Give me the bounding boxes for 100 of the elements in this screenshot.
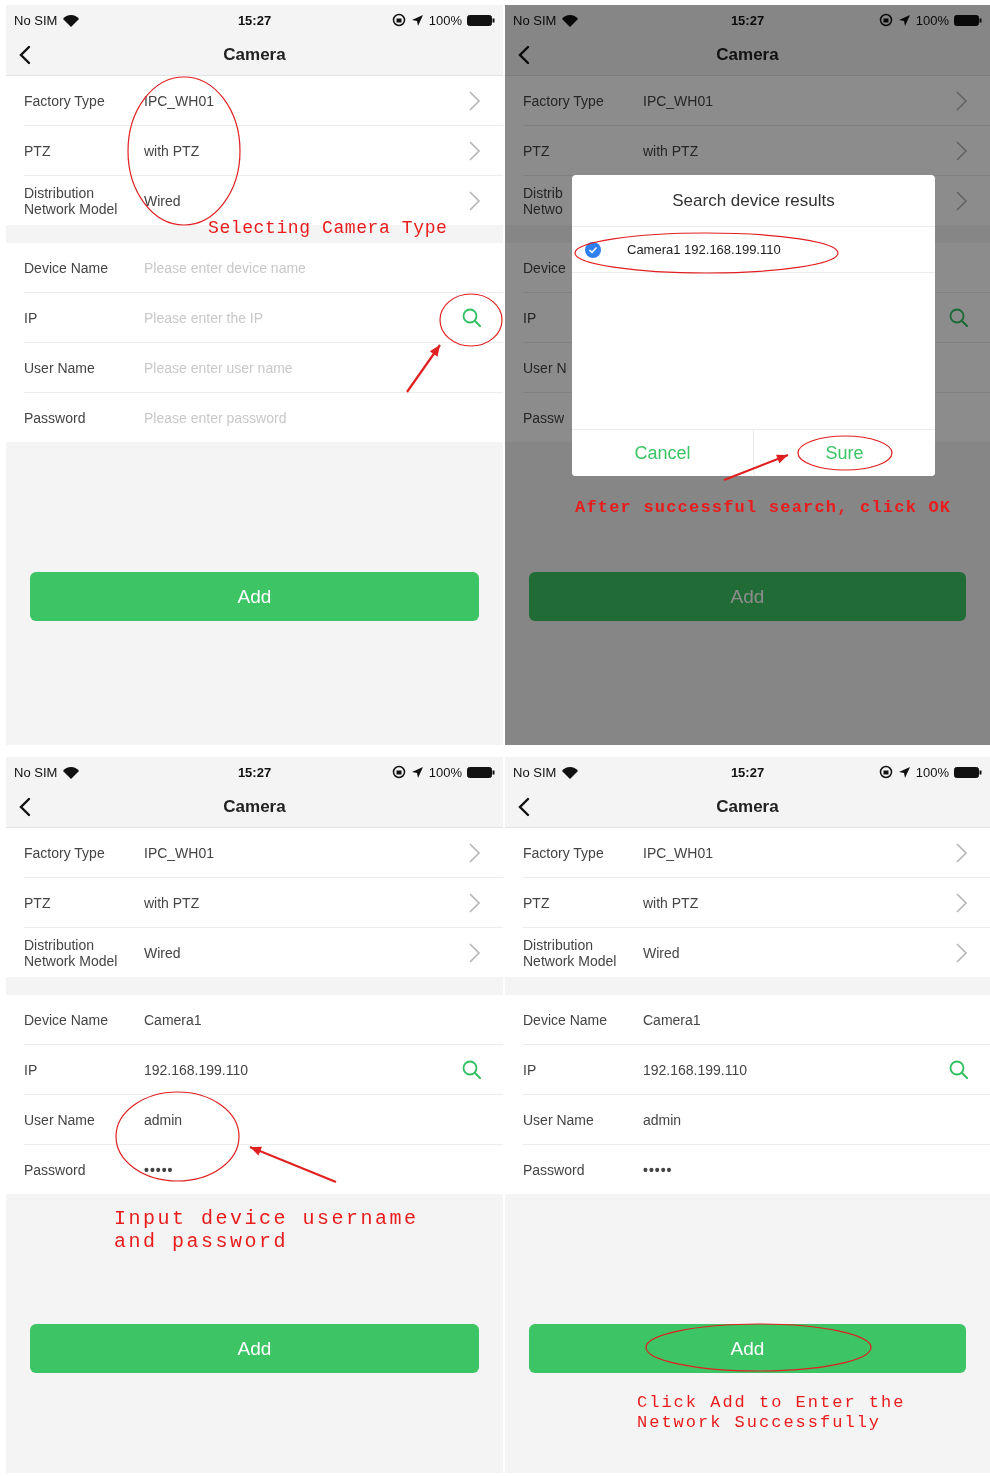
location-icon <box>410 13 424 27</box>
back-icon <box>18 45 32 65</box>
wifi-icon <box>62 765 81 779</box>
back-icon <box>517 45 531 65</box>
location-icon <box>897 13 911 27</box>
field-label: Distrib Netwo <box>523 184 564 217</box>
battery-text: 100% <box>915 764 949 780</box>
battery-text: 100% <box>428 12 462 28</box>
chevron-icon[interactable] <box>468 891 481 914</box>
field-label: Password <box>523 1161 586 1178</box>
selected-value[interactable]: with PTZ <box>144 894 468 911</box>
chevron-icon[interactable] <box>955 891 968 914</box>
field-label: User Name <box>523 1111 595 1128</box>
result-text: Camera1 192.168.199.110 <box>627 242 781 257</box>
selected-value[interactable]: with PTZ <box>643 894 955 911</box>
field-label: User Name <box>24 1111 96 1128</box>
field-label: Distribution Network Model <box>523 936 618 969</box>
battery-icon <box>467 766 495 778</box>
chevron-icon[interactable] <box>955 841 968 864</box>
back-icon <box>517 797 531 817</box>
input-field[interactable]: Camera1 <box>643 1011 968 1028</box>
annotation-note: Click Add to Enter the Network Successfully <box>637 1393 907 1433</box>
battery-icon <box>467 14 495 26</box>
annotation-note: Selecting Camera Type <box>208 217 449 239</box>
carrier-text: No SIM <box>513 12 557 28</box>
selected-value[interactable]: with PTZ <box>144 142 468 159</box>
carrier-text: No SIM <box>14 12 58 28</box>
wifi-icon <box>561 765 580 779</box>
input-field[interactable]: ••••• <box>144 1161 481 1178</box>
selected-value[interactable]: Wired <box>144 944 468 961</box>
field-label: Device <box>523 259 567 276</box>
field-label: Password <box>24 409 87 426</box>
selected-value[interactable]: Wired <box>144 192 468 209</box>
chevron-icon[interactable] <box>468 139 481 162</box>
location-icon <box>410 765 424 779</box>
field-label: Password <box>24 1161 87 1178</box>
battery-icon <box>954 766 982 778</box>
field-label: PTZ <box>24 142 52 159</box>
input-field[interactable]: ••••• <box>643 1161 968 1178</box>
input-field[interactable]: admin <box>643 1111 968 1128</box>
selected-value[interactable]: IPC_WH01 <box>643 92 955 109</box>
rotation-lock-icon <box>391 13 406 27</box>
time-text: 15:27 <box>730 764 765 780</box>
chevron-icon[interactable] <box>468 89 481 112</box>
selected-value[interactable]: IPC_WH01 <box>643 844 955 861</box>
chevron-icon[interactable] <box>468 941 481 964</box>
dialog-title: Search device results <box>572 175 935 227</box>
input-field[interactable]: 192.168.199.110 <box>643 1061 949 1078</box>
time-text: 15:27 <box>237 12 272 28</box>
field-label: Distribution Network Model <box>24 936 119 969</box>
search-icon[interactable] <box>462 1060 481 1079</box>
selected-value[interactable]: Wired <box>643 944 955 961</box>
chevron-icon[interactable] <box>468 841 481 864</box>
field-label: Factory Type <box>24 844 106 861</box>
selected-value[interactable]: IPC_WH01 <box>144 92 468 109</box>
field-label: IP <box>523 309 538 326</box>
wifi-icon <box>561 13 580 27</box>
chevron-icon[interactable] <box>955 139 968 162</box>
screen-title: Camera <box>716 797 779 817</box>
field-label: Factory Type <box>523 844 605 861</box>
field-label: Device Name <box>523 1011 609 1028</box>
field-label: Distribution Network Model <box>24 184 119 217</box>
rotation-lock-icon <box>878 765 893 779</box>
screen-title: Camera <box>223 797 286 817</box>
location-icon <box>897 765 911 779</box>
search-icon[interactable] <box>462 308 481 327</box>
time-text: 15:27 <box>237 764 272 780</box>
input-field[interactable]: 192.168.199.110 <box>144 1061 462 1078</box>
carrier-text: No SIM <box>14 764 58 780</box>
result-item[interactable]: Camera1 192.168.199.110 <box>572 227 935 273</box>
field-label: IP <box>24 1061 39 1078</box>
input-field[interactable]: Camera1 <box>144 1011 481 1028</box>
annotation-note: Input device username and password <box>114 1207 420 1253</box>
chevron-icon[interactable] <box>468 189 481 212</box>
field-label: Passw <box>523 409 566 426</box>
chevron-icon[interactable] <box>955 941 968 964</box>
input-field[interactable]: admin <box>144 1111 481 1128</box>
field-label: IP <box>523 1061 538 1078</box>
annotation-note: After successful search, click OK <box>575 497 953 519</box>
carrier-text: No SIM <box>513 764 557 780</box>
search-icon[interactable] <box>949 1060 968 1079</box>
field-label: User Name <box>24 359 96 376</box>
chevron-icon[interactable] <box>955 89 968 112</box>
search-icon[interactable] <box>949 308 968 327</box>
field-label: PTZ <box>523 142 551 159</box>
wifi-icon <box>62 13 81 27</box>
screen-title: Camera <box>716 45 779 65</box>
selected-value[interactable]: IPC_WH01 <box>144 844 468 861</box>
annotation-ellipse <box>439 293 503 347</box>
back-icon <box>18 797 32 817</box>
battery-icon <box>954 14 982 26</box>
field-label: IP <box>24 309 39 326</box>
selected-value[interactable]: with PTZ <box>643 142 955 159</box>
chevron-icon[interactable] <box>955 189 968 212</box>
field-label: PTZ <box>24 894 52 911</box>
field-label: Factory Type <box>523 92 605 109</box>
time-text: 15:27 <box>730 12 765 28</box>
annotation-arrow <box>723 453 789 482</box>
battery-text: 100% <box>428 764 462 780</box>
battery-text: 100% <box>915 12 949 28</box>
